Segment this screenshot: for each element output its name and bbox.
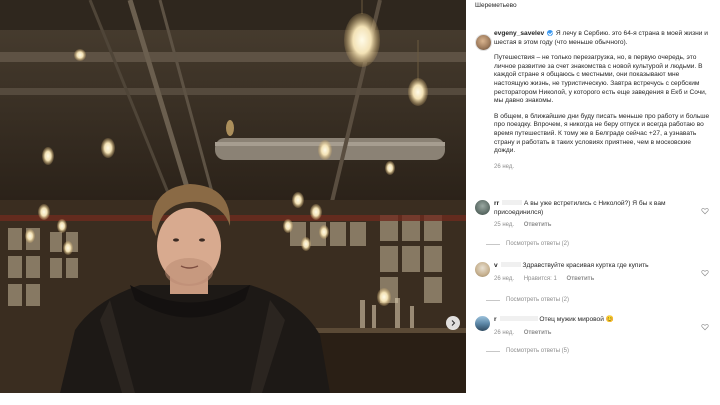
view-replies-button[interactable]: Посмотреть ответы (2) [486,241,569,247]
comment-like-button[interactable] [701,202,709,215]
caption-paragraph: В общем, в ближайшие дни буду писать мен… [494,112,710,155]
caption-meta: 26 нед. [494,163,714,172]
comment-like-button[interactable] [701,264,709,277]
comment-time[interactable]: 26 нед. [494,330,514,336]
view-replies-label: Посмотреть ответы (2) [506,297,570,303]
comment-like-button[interactable] [701,318,709,331]
view-replies-label: Посмотреть ответы (5) [506,348,570,354]
comment-username[interactable]: v [494,262,498,269]
comment-emoji: 😊 [605,316,614,323]
post-side-panel: Шереметьево evgeny_savelev Я лечу в Серб… [467,0,720,393]
comment-reply-button[interactable]: Ответить [524,330,552,336]
verified-badge-icon [547,30,554,36]
comment-reply-button[interactable]: Ответить [524,222,552,228]
replies-divider [486,350,500,352]
comment-time[interactable]: 26 нед. [494,276,514,282]
chevron-right-icon [451,320,456,326]
caption-time[interactable]: 26 нед. [494,164,514,170]
view-replies-button[interactable]: Посмотреть ответы (2) [486,297,569,303]
post-location[interactable]: Шереметьево [475,2,517,9]
comment-meta: 26 нед. Ответить [494,329,704,338]
author-avatar[interactable] [475,34,492,51]
restaurant-photo-illustration [0,0,466,393]
redacted-username [502,200,523,205]
redacted-username [500,262,521,267]
comment-text: Отец мужик мировой [539,316,604,323]
comment-username[interactable]: rr [494,200,499,207]
author-username[interactable]: evgeny_savelev [494,30,544,37]
comment-meta: 25 нед. Ответить [494,221,704,230]
view-replies-button[interactable]: Посмотреть ответы (5) [486,348,569,354]
comment-body: rr А вы уже встретились с Николой?) Я бы… [494,200,704,230]
post-photo [0,0,466,393]
comment-avatar[interactable] [475,262,490,277]
comment-avatar[interactable] [475,316,490,331]
comment-text: Здравствуйте красивая куртка где купить [522,262,649,269]
post-caption: evgeny_savelev Я лечу в Сербию. это 64-я… [494,30,714,171]
replies-divider [486,299,500,301]
caption-paragraph: Путешествия – не только перезагрузка, но… [494,54,707,105]
comment-body: r Отец мужик мировой 😊 26 нед. Ответить [494,316,704,337]
carousel-next-button[interactable] [446,316,460,330]
heart-icon [701,208,709,215]
comment-time[interactable]: 25 нед. [494,222,514,228]
redacted-username [499,316,538,321]
comment-avatar[interactable] [475,200,490,215]
view-replies-label: Посмотреть ответы (2) [506,241,570,247]
comment-body: v Здравствуйте красивая куртка где купит… [494,262,704,283]
heart-icon [701,324,709,331]
comment-meta: 26 нед. Нравится: 1 Ответить [494,275,704,284]
comment-reply-button[interactable]: Ответить [567,276,595,282]
heart-icon [701,270,709,277]
comment-likes[interactable]: Нравится: 1 [524,276,557,282]
replies-divider [486,243,500,245]
comment-username[interactable]: r [494,316,497,323]
